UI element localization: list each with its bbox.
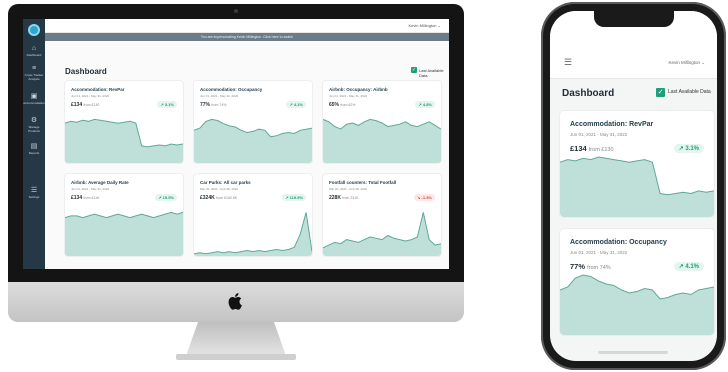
menu-icon: ☰ xyxy=(30,187,38,194)
card-value: 65% from 62% xyxy=(329,102,356,108)
settings-icon: ⚙ xyxy=(30,117,38,124)
user-menu[interactable]: Kevin Millington ⌄ xyxy=(409,23,441,28)
card-car-parks[interactable]: Car Parks: All car parks Mar 20, 2021 - … xyxy=(194,174,312,256)
sparkline-area xyxy=(65,119,183,163)
report-icon: ▤ xyxy=(30,143,38,150)
sparkline-line xyxy=(194,212,312,255)
card-value: £134 from £130 xyxy=(71,102,100,108)
sparkline-chart xyxy=(323,118,441,163)
sidebar-item-manage-products[interactable]: ⚙ Manage Products xyxy=(23,117,45,133)
card-date-range: Jun 01, 2021 - May 31, 2022 xyxy=(71,187,110,191)
camera-dot xyxy=(234,9,238,13)
app-logo[interactable] xyxy=(28,24,40,36)
phone-notch xyxy=(594,11,674,27)
page-title: Dashboard xyxy=(562,88,615,99)
imac-bezel: ⌂ Dashboard ≡ Cross Tracker Analysis ▣ A… xyxy=(8,4,464,282)
sidebar-item-label: Manage Products xyxy=(28,125,40,133)
card-airbnb-adr[interactable]: Airbnb: Average Daily Rate Jun 01, 2021 … xyxy=(65,174,183,256)
imac-device: ⌂ Dashboard ≡ Cross Tracker Analysis ▣ A… xyxy=(8,4,464,364)
card-value: 77% from 74% xyxy=(200,102,227,108)
sidebar-item-label: Settings xyxy=(28,195,40,199)
chart-icon: ≡ xyxy=(31,65,37,72)
imac-foot xyxy=(176,354,296,360)
phone-device: ☰ Kevin Millington ⌄ Dashboard ✓ Last Av… xyxy=(541,2,726,370)
sparkline-area xyxy=(560,157,714,217)
card-revpar[interactable]: Accommodation: RevPar Jun 01, 2021 - May… xyxy=(65,81,183,163)
sparkline-area xyxy=(65,212,183,256)
card-date-range: Jun 01, 2021 - May 31, 2022 xyxy=(570,132,628,137)
card-date-range: Mar 20, 2021 - Feb 28, 2022 xyxy=(329,187,368,191)
impersonation-banner[interactable]: You are impersonating Kevin Millington. … xyxy=(45,33,449,41)
home-indicator[interactable] xyxy=(598,351,668,354)
sparkline-chart xyxy=(65,211,183,256)
last-available-label: Last Available Data xyxy=(419,68,444,78)
sidebar-item-reports[interactable]: ▤ Reports xyxy=(23,143,45,155)
change-badge: ↗ 119.5% xyxy=(282,194,306,201)
sidebar-item-accommodation[interactable]: ▣ Accommodation xyxy=(23,93,45,105)
card-title: Car Parks: All car parks xyxy=(200,180,251,185)
sidebar-item-cross-tracker[interactable]: ≡ Cross Tracker Analysis xyxy=(23,65,45,81)
sidebar-item-label: Cross Tracker Analysis xyxy=(24,73,44,81)
sparkline-area xyxy=(323,212,441,256)
change-badge: ↗ 4.8% xyxy=(415,101,435,108)
last-available-checkbox[interactable]: ✓ xyxy=(411,67,417,73)
change-badge: ↗ 15.5% xyxy=(155,194,177,201)
sidebar-item-label: Reports xyxy=(28,151,40,155)
page-title: Dashboard xyxy=(65,67,107,76)
card-date-range: Jun 01, 2021 - May 31, 2022 xyxy=(200,94,239,98)
sidebar-item-label: Dashboard xyxy=(26,53,42,57)
home-icon: ⌂ xyxy=(31,45,37,52)
sidebar-item-label: Accommodation xyxy=(23,101,45,105)
card-title: Airbnb: Average Daily Rate xyxy=(71,180,129,185)
card-title: Footfall counters: Total Footfall xyxy=(329,180,397,185)
phone-screen: ☰ Kevin Millington ⌄ Dashboard ✓ Last Av… xyxy=(550,11,717,361)
sparkline-chart xyxy=(560,156,714,217)
sidebar-item-dashboard[interactable]: ⌂ Dashboard xyxy=(23,45,45,57)
sparkline-chart xyxy=(323,212,441,256)
card-date-range: Mar 20, 2021 - Feb 28, 2022 xyxy=(200,187,239,191)
hamburger-menu-icon[interactable]: ☰ xyxy=(564,57,572,68)
card-date-range: Jun 01, 2021 - May 31, 2022 xyxy=(71,94,110,98)
card-occupancy[interactable]: Accommodation: Occupancy Jun 01, 2021 - … xyxy=(194,81,312,163)
card-occupancy[interactable]: Accommodation: Occupancy Jun 01, 2021 - … xyxy=(560,229,714,335)
marketing-mockup: ⌂ Dashboard ≡ Cross Tracker Analysis ▣ A… xyxy=(0,0,728,372)
card-title: Airbnb: Occupancy: Airbnb xyxy=(329,87,388,92)
last-available-label: Last Available Data xyxy=(668,89,711,95)
change-badge: ↗ 3.1% xyxy=(157,101,177,108)
sparkline-area xyxy=(323,119,441,163)
sparkline-area xyxy=(560,275,714,335)
card-title: Accommodation: RevPar xyxy=(570,121,654,128)
imac-stand xyxy=(186,322,286,356)
sidebar-item-settings[interactable]: ☰ Settings xyxy=(23,187,45,199)
card-date-range: Jun 01, 2021 - May 31, 2022 xyxy=(570,250,628,255)
change-badge: ↗ 4.1% xyxy=(286,101,306,108)
card-airbnb-occupancy[interactable]: Airbnb: Occupancy: Airbnb Jun 01, 2021 -… xyxy=(323,81,441,163)
apple-logo-icon xyxy=(228,293,242,310)
card-footfall[interactable]: Footfall counters: Total Footfall Mar 20… xyxy=(323,174,441,256)
bed-icon: ▣ xyxy=(30,93,38,100)
sparkline-area xyxy=(194,212,312,256)
sparkline-chart xyxy=(560,274,714,335)
sparkline-area xyxy=(194,119,312,163)
card-value: 228K from 231K xyxy=(329,195,359,201)
card-title: Accommodation: Occupancy xyxy=(200,87,263,92)
card-title: Accommodation: Occupancy xyxy=(570,239,667,246)
sparkline-chart xyxy=(65,118,183,163)
last-available-checkbox[interactable]: ✓ xyxy=(656,88,665,97)
card-date-range: Jun 01, 2021 - May 31, 2022 xyxy=(329,94,368,98)
sparkline-chart xyxy=(194,212,312,256)
user-menu[interactable]: Kevin Millington ⌄ xyxy=(668,60,705,66)
sidebar: ⌂ Dashboard ≡ Cross Tracker Analysis ▣ A… xyxy=(23,19,45,269)
card-value: £134 from £116 xyxy=(71,195,100,201)
change-badge: ↘ -1.3% xyxy=(414,194,435,201)
desktop-screen: ⌂ Dashboard ≡ Cross Tracker Analysis ▣ A… xyxy=(23,19,449,269)
top-bar: Kevin Millington ⌄ xyxy=(45,19,449,33)
sparkline-chart xyxy=(194,118,312,163)
card-revpar[interactable]: Accommodation: RevPar Jun 01, 2021 - May… xyxy=(560,111,714,217)
card-title: Accommodation: RevPar xyxy=(71,87,125,92)
card-value: £324K from £160.5K xyxy=(200,195,238,201)
